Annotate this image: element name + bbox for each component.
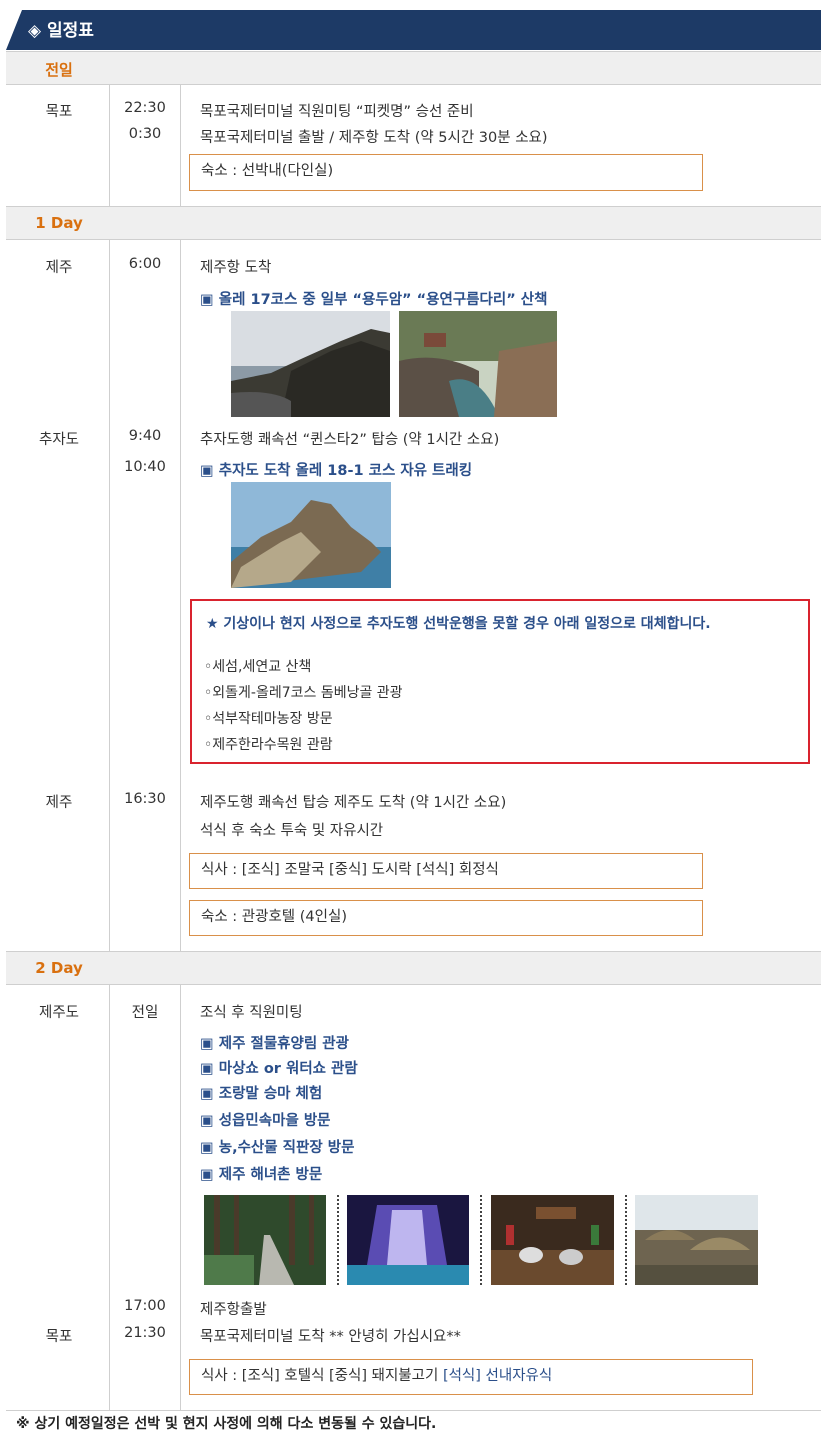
day-label: 2 Day [35, 959, 83, 977]
meals-box: 식사 : [조식] 호텔식 [중식] 돼지불고기 [석식] 선내자유식 [189, 1359, 753, 1395]
divider [180, 85, 181, 206]
divider [109, 985, 110, 1410]
time-label: 전일 [131, 1005, 159, 1021]
place-label: 목포 [45, 1329, 73, 1345]
notice-item: ◦외돌게-올레7코스 돔베낭골 관광 [204, 685, 403, 701]
highlight-line: ▣ 마상쇼 or 워터쇼 관람 [200, 1061, 358, 1077]
schedule-line: 조식 후 직원미팅 [200, 1005, 303, 1021]
schedule-line: 제주항출발 [200, 1302, 267, 1318]
highlight-line: ▣ 조랑말 승마 체험 [200, 1086, 323, 1102]
schedule-line: 제주도행 쾌속선 탑승 제주도 도착 (약 1시간 소요) [200, 795, 507, 811]
time-label: 16:30 [124, 791, 166, 807]
photo-separator [337, 1195, 339, 1285]
divider [180, 240, 181, 952]
highlight-line: ▣ 성읍민속마을 방문 [200, 1113, 331, 1129]
day-label: 1 Day [35, 214, 83, 232]
time-label: 22:30 [124, 100, 166, 116]
highlight-line: ▣ 올레 17코스 중 일부 “용두암” “용연구름다리” 산책 [200, 292, 548, 308]
schedule-line: 목포국제터미널 출발 / 제주항 도착 (약 5시간 30분 소요) [200, 130, 548, 146]
place-label: 제주도 [38, 1005, 80, 1021]
time-label: 10:40 [124, 459, 166, 475]
footer-note: ※ 상기 예정일정은 선박 및 현지 사정에 의해 다소 변동될 수 있습니다. [16, 1416, 437, 1432]
day-label: 전일 [45, 61, 73, 79]
photo-forest [204, 1195, 326, 1285]
bottom-divider [6, 1410, 821, 1411]
day-band-1: 1 Day [6, 206, 821, 240]
notice-item: ◦석부작테마농장 방문 [204, 711, 333, 727]
highlight-line: ▣ 추자도 도착 올레 18-1 코스 자유 트래킹 [200, 463, 473, 479]
schedule-line: 추자도행 쾌속선 “퀸스타2” 탑승 (약 1시간 소요) [200, 432, 500, 448]
schedule-line: 목포국제터미널 도착 ** 안녕히 가십시요** [200, 1329, 461, 1345]
place-label: 추자도 [38, 432, 80, 448]
schedule-header: ◈ 일정표 [6, 10, 821, 50]
place-label: 제주 [45, 260, 73, 276]
lodging-box: 숙소 : 관광호텔 (4인실) [189, 900, 703, 936]
notice-item: ◦세섬,세연교 산책 [204, 659, 312, 675]
time-label: 21:30 [124, 1325, 166, 1341]
meals-dinner: [석식] 선내자유식 [442, 1368, 553, 1384]
day-band-prev: 전일 [6, 51, 821, 85]
day-band-2: 2 Day [6, 951, 821, 985]
divider [180, 985, 181, 1410]
photo-folk-village [635, 1195, 758, 1285]
notice-item: ◦제주한라수목원 관람 [204, 737, 333, 753]
lodging-box: 숙소 : 선박내(다인실) [189, 154, 703, 191]
place-label: 목포 [45, 104, 73, 120]
highlight-line: ▣ 농,수산물 직판장 방문 [200, 1140, 355, 1156]
schedule-line: 제주항 도착 [200, 260, 272, 276]
divider [109, 240, 110, 952]
photo-horse-show [491, 1195, 614, 1285]
meals-box: 식사 : [조식] 조말국 [중식] 도시락 [석식] 회정식 [189, 853, 703, 889]
schedule-line: 목포국제터미널 직원미팅 “피켓명” 승선 준비 [200, 104, 474, 120]
photo-yongyeon-bridge [399, 311, 557, 417]
time-label: 6:00 [128, 256, 162, 272]
photo-yongduam [231, 311, 390, 417]
time-label: 0:30 [128, 126, 162, 142]
photo-separator [480, 1195, 482, 1285]
schedule-line: 석식 후 숙소 투숙 및 자유시간 [200, 823, 384, 839]
place-label: 제주 [45, 795, 73, 811]
time-label: 17:00 [124, 1298, 166, 1314]
time-label: 9:40 [128, 428, 162, 444]
photo-chujado [231, 482, 391, 588]
notice-title: ★ 기상이나 현지 사정으로 추자도행 선박운행을 못할 경우 아래 일정으로 … [206, 616, 711, 632]
highlight-line: ▣ 제주 절물휴양림 관광 [200, 1036, 349, 1052]
highlight-line: ▣ 제주 해녀촌 방문 [200, 1167, 323, 1183]
meals-text: 식사 : [조식] 호텔식 [중식] 돼지불고기 [201, 1368, 443, 1384]
photo-water-show [347, 1195, 469, 1285]
photo-separator [625, 1195, 627, 1285]
